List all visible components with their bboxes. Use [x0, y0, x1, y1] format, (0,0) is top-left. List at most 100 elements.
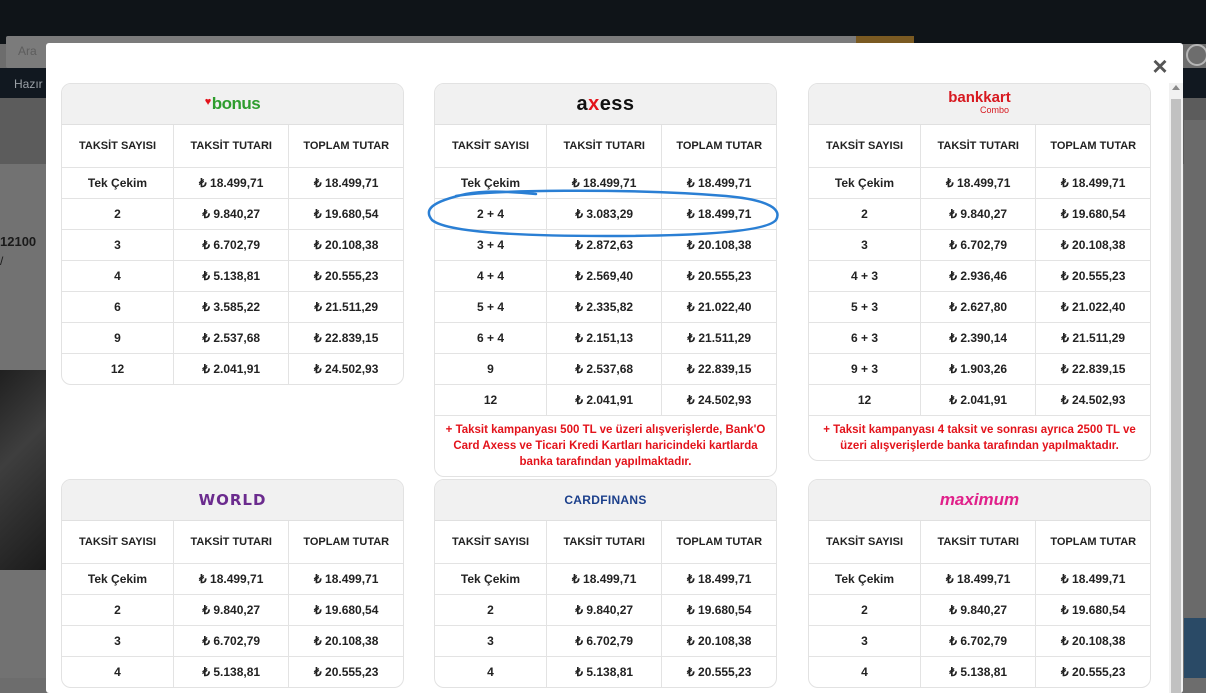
background-blue-block	[1184, 618, 1206, 678]
table-row: 3 ₺ 6.702,79 ₺ 20.108,38	[62, 229, 403, 261]
total-amount-cell: ₺ 20.555,23	[288, 260, 403, 292]
total-amount-cell: ₺ 21.511,29	[661, 322, 776, 354]
installment-amount-cell: ₺ 9.840,27	[920, 198, 1037, 230]
column-header: TAKSİT TUTARI	[173, 125, 290, 168]
total-amount-cell: ₺ 20.108,38	[288, 625, 403, 657]
column-header: TAKSİT TUTARI	[173, 521, 290, 564]
world-logo: WORLD	[198, 491, 267, 509]
installment-table-bonus: TAKSİT SAYISI TAKSİT TUTARI TOPLAM TUTAR T…	[62, 125, 403, 384]
total-amount-cell: ₺ 22.839,15	[288, 322, 403, 354]
installment-amount-cell: ₺ 18.499,71	[173, 167, 290, 199]
column-header: TAKSİT SAYISI	[62, 521, 174, 564]
background-right-strip	[1184, 120, 1206, 678]
total-amount-cell: ₺ 22.839,15	[661, 353, 776, 385]
installment-count-cell: 5 + 3	[809, 291, 921, 323]
table-row: 2 + 4 ₺ 3.083,29 ₺ 18.499,71	[435, 198, 776, 230]
total-amount-cell: ₺ 24.502,93	[314, 362, 379, 376]
installment-amount-cell: ₺ 5.138,81	[173, 656, 290, 687]
installment-count-cell: 3	[809, 229, 921, 261]
installment-count-cell: 3 + 4	[435, 229, 547, 261]
column-header: TAKSİT SAYISI	[435, 125, 547, 168]
axess-campaign-note: + Taksit kampanyası 500 TL ve üzeri alış…	[435, 415, 776, 476]
installment-count-cell: 4 + 4	[435, 260, 547, 292]
installment-count-cell: 3	[809, 625, 921, 657]
installment-count-cell: 2	[62, 198, 174, 230]
installment-count-cell: 3	[62, 625, 174, 657]
column-header: TAKSİT TUTARI	[920, 125, 1037, 168]
column-header: TOPLAM TUTAR	[661, 125, 776, 168]
scroll-up-icon[interactable]	[1172, 85, 1180, 90]
cardfinans-logo: CARDFINANS	[564, 493, 647, 507]
table-row: 2 ₺ 9.840,27 ₺ 19.680,54	[809, 198, 1150, 230]
total-amount-cell: ₺ 20.555,23	[1061, 665, 1126, 679]
table-row: 4 ₺ 5.138,81 ₺ 20.555,23	[809, 656, 1150, 687]
background-product-model: 12100	[0, 234, 37, 249]
table-row: 2 ₺ 9.840,27 ₺ 19.680,54	[435, 594, 776, 626]
axess-logo: axess	[576, 92, 635, 115]
user-icon	[1186, 44, 1206, 66]
installment-count-cell: 6 + 4	[435, 322, 547, 354]
table-row: 4 + 3 ₺ 2.936,46 ₺ 20.555,23	[809, 260, 1150, 292]
column-header: TAKSİT TUTARI	[920, 521, 1037, 564]
installment-count-cell: 6 + 3	[809, 322, 921, 354]
installment-amount-cell: ₺ 6.702,79	[920, 625, 1037, 657]
installment-amount-cell: ₺ 6.702,79	[546, 625, 663, 657]
card-bonus-header: ♥bonus	[62, 84, 403, 125]
maximum-logo: maximum	[939, 490, 1020, 509]
total-amount-cell: ₺ 19.680,54	[661, 594, 776, 626]
close-icon[interactable]: ×	[1149, 53, 1171, 79]
total-amount-cell: ₺ 22.839,15	[1035, 353, 1150, 385]
total-amount-cell: ₺ 20.555,23	[687, 665, 752, 679]
installment-count-cell: 4 + 3	[809, 260, 921, 292]
installment-count-cell: 3	[62, 229, 174, 261]
installment-amount-cell: ₺ 2.537,68	[173, 322, 290, 354]
installment-amount-cell: ₺ 2.041,91	[173, 353, 290, 384]
column-header: TAKSİT TUTARI	[546, 521, 663, 564]
installment-count-cell: 4	[62, 656, 174, 687]
total-amount-cell: ₺ 18.499,71	[661, 563, 776, 595]
installment-count-cell: Tek Çekim	[809, 167, 921, 199]
column-header: TAKSİT SAYISI	[809, 521, 921, 564]
installment-count-cell: 4	[435, 656, 547, 687]
installment-amount-cell: ₺ 5.138,81	[546, 656, 663, 687]
total-amount-cell: ₺ 24.502,93	[1061, 393, 1126, 407]
installment-count-cell: 12	[435, 384, 547, 415]
installment-count-cell: 12	[62, 353, 174, 384]
background-search-placeholder: Ara	[18, 44, 37, 58]
total-amount-cell: ₺ 20.555,23	[314, 665, 379, 679]
total-amount-cell: ₺ 20.108,38	[1035, 229, 1150, 261]
total-amount-cell: ₺ 18.499,71	[661, 198, 776, 230]
installment-table-maximum: TAKSİT SAYISI TAKSİT TUTARI TOPLAM TUTAR T…	[809, 521, 1150, 687]
modal-scrollbar[interactable]	[1169, 83, 1183, 693]
column-header: TOPLAM TUTAR	[661, 521, 776, 564]
installment-amount-cell: ₺ 9.840,27	[173, 594, 290, 626]
table-row: 3 ₺ 6.702,79 ₺ 20.108,38	[809, 625, 1150, 657]
total-amount-cell: ₺ 18.499,71	[288, 167, 403, 199]
table-row: Tek Çekim ₺ 18.499,71 ₺ 18.499,71	[62, 167, 403, 199]
installment-count-cell: 2	[435, 594, 547, 626]
installment-amount-cell: ₺ 2.537,68	[546, 353, 663, 385]
total-amount-cell: ₺ 18.499,71	[661, 167, 776, 199]
installment-count-cell: 12	[809, 384, 921, 415]
card-world: WORLD TAKSİT SAYISI TAKSİT TUTARI TOPLAM T…	[61, 479, 404, 688]
installment-count-cell: 9	[62, 322, 174, 354]
card-maximum-header: maximum	[809, 480, 1150, 521]
installment-amount-cell: ₺ 5.138,81	[920, 656, 1037, 687]
installment-amount-cell: ₺ 3.585,22	[173, 291, 290, 323]
card-axess: axess TAKSİT SAYISI TAKSİT TUTARI TOPLAM T…	[434, 83, 777, 477]
scrollbar-thumb[interactable]	[1171, 99, 1181, 693]
table-row: 4 ₺ 5.138,81 ₺ 20.555,23	[62, 656, 403, 687]
installment-amount-cell: ₺ 9.840,27	[920, 594, 1037, 626]
installment-amount-cell: ₺ 6.702,79	[173, 625, 290, 657]
installment-amount-cell: ₺ 2.627,80	[920, 291, 1037, 323]
background-product-image	[0, 370, 46, 570]
installment-count-cell: Tek Çekim	[62, 167, 174, 199]
installment-amount-cell: ₺ 2.936,46	[920, 260, 1037, 292]
table-row: 9 + 3 ₺ 1.903,26 ₺ 22.839,15	[809, 353, 1150, 385]
card-bonus: ♥bonus TAKSİT SAYISI TAKSİT TUTARI TOPLAM …	[61, 83, 404, 385]
installment-amount-cell: ₺ 2.390,14	[920, 322, 1037, 354]
table-row: 3 ₺ 6.702,79 ₺ 20.108,38	[809, 229, 1150, 261]
total-amount-cell: ₺ 20.555,23	[1035, 260, 1150, 292]
total-amount-cell: ₺ 21.511,29	[288, 291, 403, 323]
table-row: 9 ₺ 2.537,68 ₺ 22.839,15	[62, 322, 403, 354]
